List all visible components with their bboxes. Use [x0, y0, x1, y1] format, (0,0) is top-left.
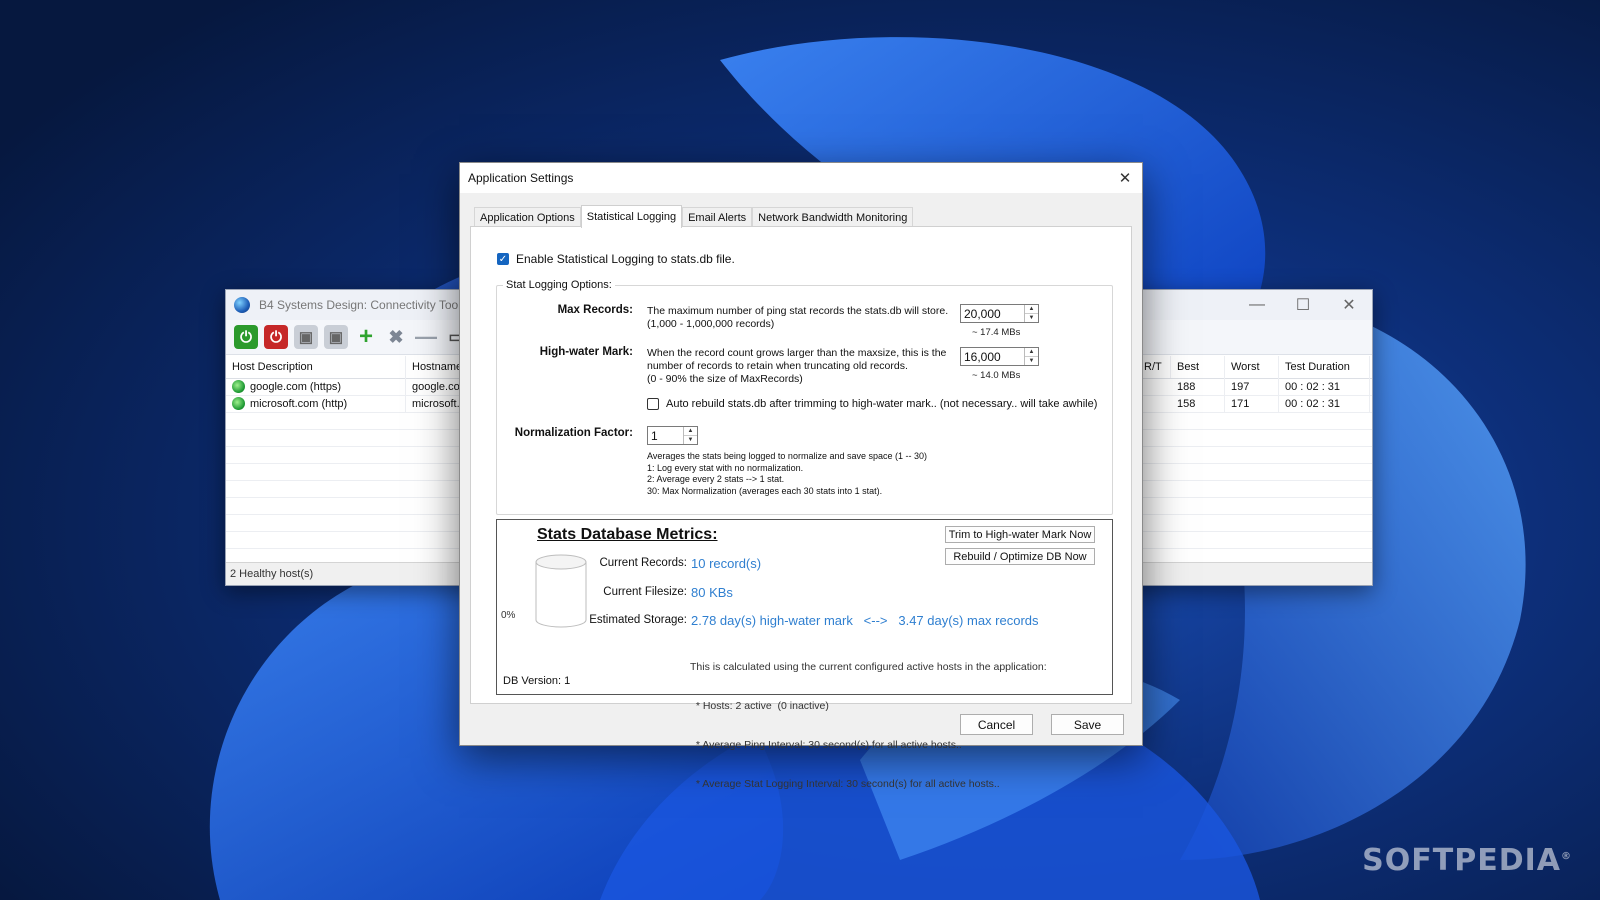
tools-icon[interactable]: ✖	[384, 325, 408, 349]
high-water-mark-description: When the record count grows larger than …	[647, 347, 947, 385]
estimated-storage-value: 2.78 day(s) high-water mark <--> 3.47 da…	[691, 613, 1039, 628]
bg-close-icon[interactable]: ✕	[1326, 290, 1372, 320]
dialog-title: Application Settings	[468, 171, 574, 185]
group-legend: Stat Logging Options:	[503, 279, 615, 291]
stepper-up-icon: ▲	[687, 428, 694, 434]
stepper-down-icon: ▼	[1025, 356, 1038, 365]
enable-logging-checkbox-row[interactable]: ✓ Enable Statistical Logging to stats.db…	[497, 252, 735, 266]
max-records-label: Max Records:	[557, 304, 633, 316]
col-hostname[interactable]: Hostname	[406, 356, 466, 378]
hostname-cell: microsoft.	[406, 395, 466, 412]
high-water-mark-value: 16,000	[964, 349, 1001, 364]
metrics-title: Stats Database Metrics:	[537, 526, 718, 543]
rebuild-optimize-button[interactable]: Rebuild / Optimize DB Now	[945, 548, 1095, 565]
stepper-buttons[interactable]: ▲ ▼	[1024, 305, 1038, 322]
high-water-mark-size: ~ 14.0 MBs	[972, 370, 1021, 381]
max-records-description: The maximum number of ping stat records …	[647, 305, 949, 330]
estimated-storage-label: Estimated Storage:	[589, 614, 687, 626]
dialog-titlebar: Application Settings ✕	[460, 163, 1142, 193]
current-filesize-label: Current Filesize:	[603, 586, 687, 598]
col-best[interactable]: Best	[1171, 356, 1225, 378]
save-button[interactable]: Save	[1051, 714, 1124, 735]
max-records-value: 20,000	[964, 306, 1001, 321]
auto-rebuild-label: Auto rebuild stats.db after trimming to …	[666, 398, 1098, 410]
max-records-size: ~ 17.4 MBs	[972, 327, 1021, 338]
stats-database-metrics-group: Stats Database Metrics: Trim to High-wat…	[496, 519, 1113, 790]
stepper-down-icon: ▼	[684, 435, 697, 444]
tab-network-bandwidth-monitoring[interactable]: Network Bandwidth Monitoring	[752, 207, 914, 227]
host-description-cell: google.com (https)	[226, 378, 406, 395]
enable-logging-checkbox[interactable]: ✓	[497, 253, 509, 265]
col-host-description[interactable]: Host Description	[226, 356, 406, 378]
normalization-factor-stepper[interactable]: 1 ▲ ▼	[647, 426, 698, 445]
high-water-mark-stepper[interactable]: 16,000 ▲ ▼	[960, 347, 1039, 366]
remove-icon[interactable]: —	[414, 324, 438, 349]
normalization-description: Averages the stats being logged to norma…	[647, 451, 927, 496]
move-down-icon[interactable]: ▣	[324, 325, 348, 349]
hostname-cell: google.co	[406, 378, 466, 395]
cancel-button[interactable]: Cancel	[960, 714, 1033, 735]
worst-cell: 171	[1225, 395, 1279, 412]
current-filesize-value: 80 KBs	[691, 585, 733, 600]
tab-statistical-logging[interactable]: Statistical Logging	[580, 205, 683, 228]
tab-application-options[interactable]: Application Options	[474, 207, 581, 227]
col-worst[interactable]: Worst	[1225, 356, 1279, 378]
close-icon[interactable]: ✕	[1108, 163, 1142, 193]
db-version: DB Version: 1	[503, 675, 571, 687]
stepper-down-icon: ▼	[1025, 313, 1038, 322]
stat-logging-options-group: Stat Logging Options: Max Records: The m…	[496, 279, 1113, 515]
auto-rebuild-checkbox-row[interactable]: Auto rebuild stats.db after trimming to …	[647, 398, 1097, 410]
settings-tabs: Application Options Statistical Logging …	[474, 205, 914, 228]
host-status-icon	[232, 397, 245, 410]
normalization-factor-value: 1	[651, 428, 658, 443]
best-cell: 158	[1171, 395, 1225, 412]
stepper-buttons[interactable]: ▲ ▼	[683, 427, 697, 444]
power-off-icon[interactable]: ⏻	[264, 325, 288, 349]
softpedia-watermark: SOFTPEDIA®	[1362, 843, 1572, 878]
stepper-up-icon: ▲	[1028, 349, 1035, 355]
maximize-icon[interactable]: ☐	[1280, 290, 1326, 320]
app-globe-icon	[234, 297, 250, 313]
minimize-icon[interactable]: —	[1234, 290, 1280, 320]
normalization-factor-label: Normalization Factor:	[514, 427, 633, 439]
duration-cell: 00 : 02 : 31	[1279, 395, 1370, 412]
auto-rebuild-checkbox[interactable]	[647, 398, 659, 410]
high-water-mark-label: High-water Mark:	[539, 346, 633, 358]
stepper-buttons[interactable]: ▲ ▼	[1024, 348, 1038, 365]
bg-window-title: B4 Systems Design: Connectivity Tooll	[259, 298, 464, 312]
worst-cell: 197	[1225, 378, 1279, 395]
power-on-icon[interactable]: ⏻	[234, 325, 258, 349]
col-test-duration[interactable]: Test Duration	[1279, 356, 1370, 378]
max-records-stepper[interactable]: 20,000 ▲ ▼	[960, 304, 1039, 323]
host-description-cell: microsoft.com (http)	[226, 395, 406, 412]
best-cell: 188	[1171, 378, 1225, 395]
application-settings-dialog: Application Settings ✕ Application Optio…	[459, 162, 1143, 790]
host-status-icon	[232, 380, 245, 393]
enable-logging-label: Enable Statistical Logging to stats.db f…	[516, 252, 735, 266]
stepper-up-icon: ▲	[1028, 306, 1035, 312]
add-icon[interactable]: +	[354, 323, 378, 350]
trim-high-water-button[interactable]: Trim to High-water Mark Now	[945, 526, 1095, 543]
statistical-logging-panel: ✓ Enable Statistical Logging to stats.db…	[470, 226, 1132, 790]
duration-cell: 00 : 02 : 31	[1279, 378, 1370, 395]
current-records-label: Current Records:	[599, 557, 687, 569]
current-records-value: 10 record(s)	[691, 556, 762, 571]
move-up-icon[interactable]: ▣	[294, 325, 318, 349]
tab-email-alerts[interactable]: Email Alerts	[682, 207, 753, 227]
fill-percent-label: 0%	[501, 610, 516, 621]
